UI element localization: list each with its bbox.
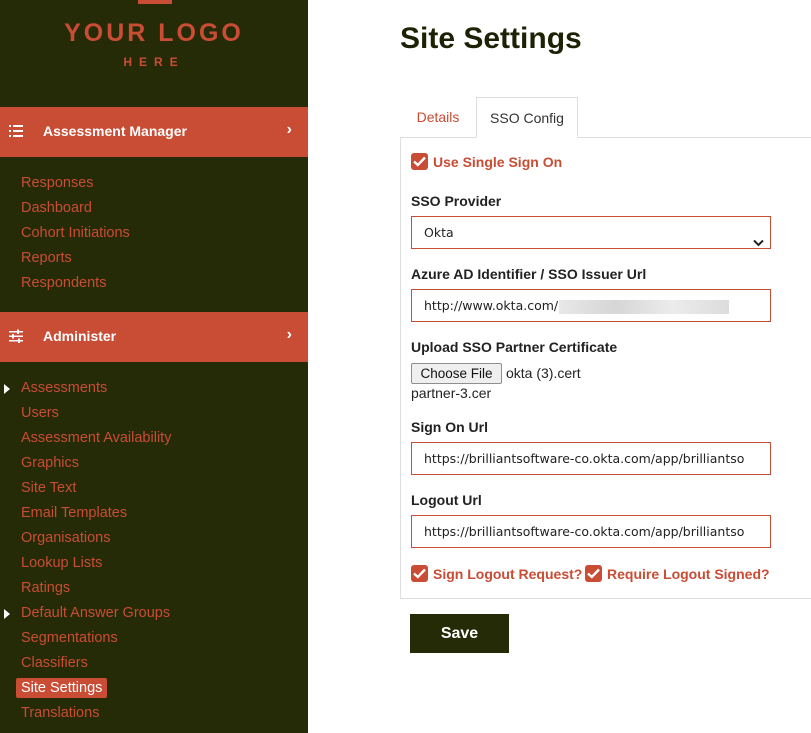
save-button[interactable]: Save <box>410 614 509 653</box>
sidebar-item-classifiers[interactable]: Classifiers <box>0 651 308 676</box>
sidebar-section-administer[interactable]: Administer › <box>0 312 308 362</box>
sidebar-item-graphics[interactable]: Graphics <box>0 451 308 476</box>
issuer-url-label: Azure AD Identifier / SSO Issuer Url <box>411 266 647 282</box>
sidebar-item-organisations[interactable]: Organisations <box>0 526 308 551</box>
sidebar-item-site-settings[interactable]: Site Settings <box>0 676 308 701</box>
use-sso-checkbox[interactable]: Use Single Sign On <box>411 153 562 170</box>
logout-url-input[interactable]: https://brilliantsoftware-co.okta.com/ap… <box>411 515 771 548</box>
sidebar-item-ratings[interactable]: Ratings <box>0 576 308 601</box>
logo-subtitle: HERE <box>123 55 185 69</box>
sidebar-item-cohort-initiations[interactable]: Cohort Initiations <box>0 221 308 246</box>
sidebar: YOUR LOGO HERE Assessment Manager › Resp… <box>0 0 308 733</box>
chosen-file-name: okta (3).cert <box>506 365 581 381</box>
sidebar-item-assessment-availability[interactable]: Assessment Availability <box>0 426 308 451</box>
caret-right-icon[interactable] <box>4 609 10 619</box>
checkbox-checked-icon[interactable] <box>411 565 428 582</box>
sidebar-section-assessment-manager[interactable]: Assessment Manager › <box>0 107 308 157</box>
tab-details[interactable]: Details <box>400 97 476 138</box>
sidebar-item-email-templates[interactable]: Email Templates <box>0 501 308 526</box>
sidebar-item-lookup-lists[interactable]: Lookup Lists <box>0 551 308 576</box>
tab-sso-config[interactable]: SSO Config <box>476 97 578 138</box>
section-label: Assessment Manager <box>43 123 187 139</box>
sidebar-item-dashboard[interactable]: Dashboard <box>0 196 308 221</box>
sign-on-url-label: Sign On Url <box>411 419 488 435</box>
caret-right-icon[interactable] <box>4 384 10 394</box>
tab-bar: Details SSO Config <box>400 97 811 138</box>
sidebar-item-site-text[interactable]: Site Text <box>0 476 308 501</box>
sliders-icon <box>9 329 23 348</box>
logout-url-label: Logout Url <box>411 492 482 508</box>
sidebar-item-translations[interactable]: Translations <box>0 701 308 726</box>
chevron-right-icon: › <box>286 326 292 343</box>
sidebar-item-segmentations[interactable]: Segmentations <box>0 626 308 651</box>
sso-config-panel: Use Single Sign On SSO Provider Okta Azu… <box>400 137 811 599</box>
require-logout-signed-checkbox[interactable]: Require Logout Signed? <box>585 565 770 582</box>
sidebar-item-responses[interactable]: Responses <box>0 171 308 196</box>
page-title: Site Settings <box>400 22 582 55</box>
administer-nav: Assessments Users Assessment Availabilit… <box>0 376 308 726</box>
sso-provider-value: Okta <box>424 225 454 240</box>
sso-provider-select[interactable]: Okta <box>411 216 771 249</box>
sidebar-item-assessments[interactable]: Assessments <box>0 376 308 401</box>
current-certificate: partner-3.cer <box>411 385 492 401</box>
sidebar-item-respondents[interactable]: Respondents <box>0 271 308 296</box>
logo: YOUR LOGO HERE <box>0 0 308 107</box>
checkbox-checked-icon[interactable] <box>585 565 602 582</box>
list-icon <box>9 124 23 143</box>
redacted-text <box>559 299 730 314</box>
logo-mark <box>138 0 172 4</box>
chevron-down-icon <box>753 227 764 248</box>
choose-file-button[interactable]: Choose File <box>411 363 502 384</box>
sidebar-item-default-answer-groups[interactable]: Default Answer Groups <box>0 601 308 626</box>
certificate-label: Upload SSO Partner Certificate <box>411 339 618 355</box>
sidebar-item-reports[interactable]: Reports <box>0 246 308 271</box>
logo-title: YOUR LOGO <box>64 19 244 47</box>
section-label: Administer <box>43 328 117 344</box>
sign-logout-request-checkbox[interactable]: Sign Logout Request? <box>411 565 582 582</box>
chevron-right-icon: › <box>286 121 292 138</box>
issuer-url-input[interactable]: http://www.okta.com/ <box>411 289 771 322</box>
sso-provider-label: SSO Provider <box>411 193 502 209</box>
sidebar-item-users[interactable]: Users <box>0 401 308 426</box>
sign-on-url-input[interactable]: https://brilliantsoftware-co.okta.com/ap… <box>411 442 771 475</box>
assessment-manager-nav: Responses Dashboard Cohort Initiations R… <box>0 171 308 296</box>
checkbox-checked-icon[interactable] <box>411 153 428 170</box>
